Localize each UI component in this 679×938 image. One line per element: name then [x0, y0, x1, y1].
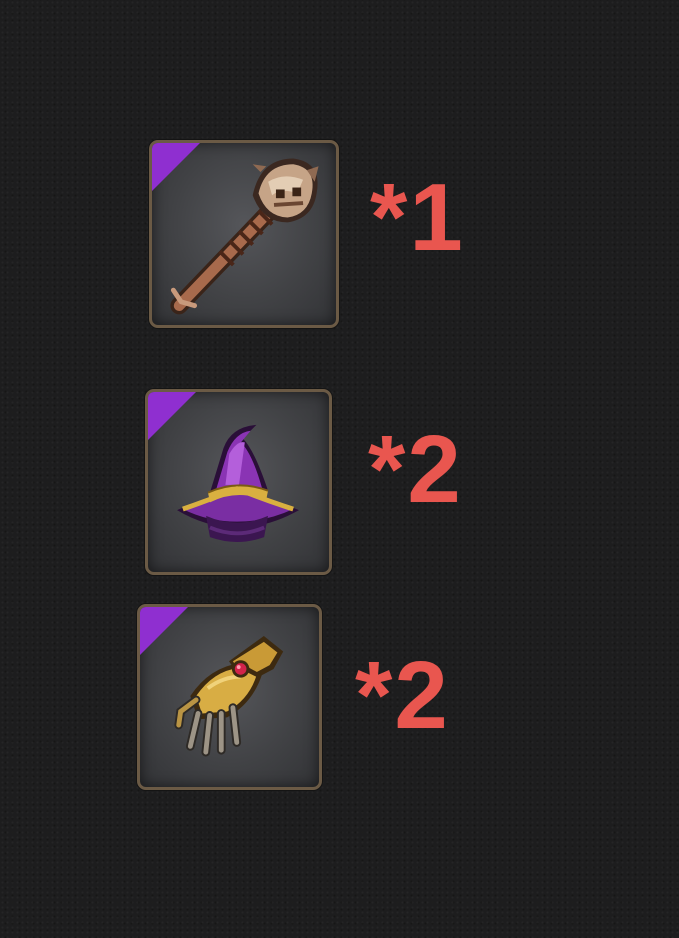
reward-list: { "items": [ { "icon": "bone-club-icon",… — [0, 0, 679, 938]
item-quantity: *1 — [370, 164, 465, 271]
wizard-hat-icon — [177, 424, 299, 542]
bone-club-icon — [170, 158, 319, 315]
item-quantity: *2 — [368, 416, 463, 523]
item-slot-gauntlet[interactable] — [137, 604, 322, 790]
item-quantity: *2 — [355, 642, 450, 749]
item-slot-wizard-hat[interactable] — [145, 389, 332, 575]
item-slot-bone-club[interactable] — [149, 140, 339, 328]
gauntlet-icon — [174, 636, 284, 757]
